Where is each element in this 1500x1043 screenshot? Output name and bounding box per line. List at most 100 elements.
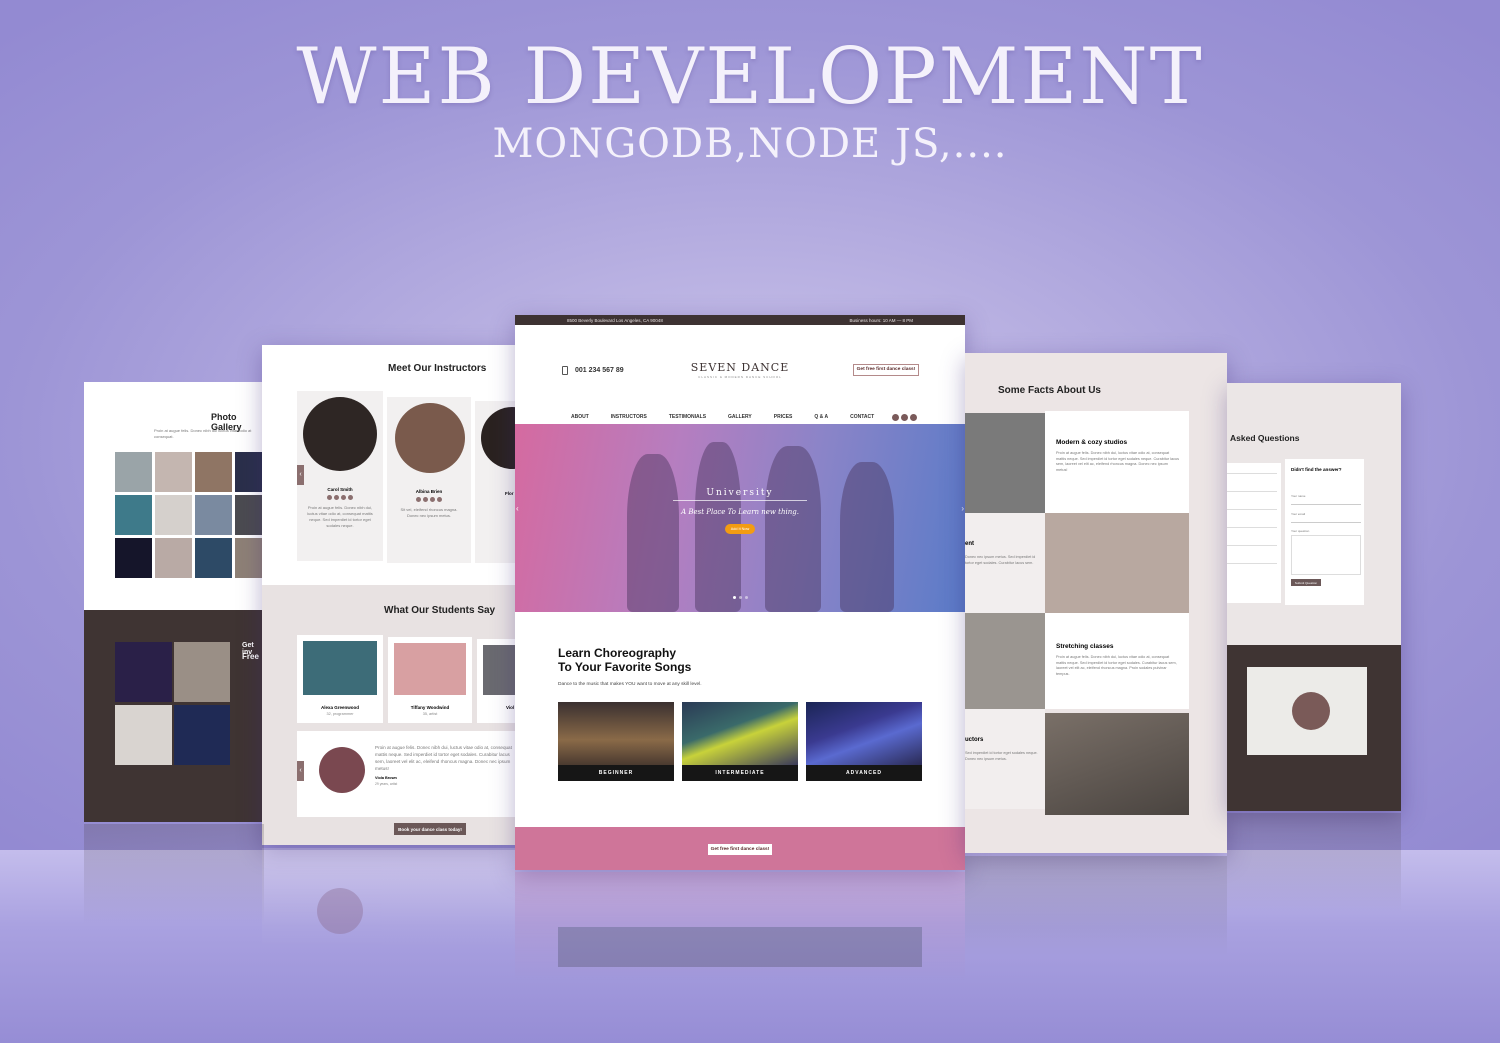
invite-photo [174, 642, 230, 702]
student-name: Viol [506, 705, 515, 710]
reflection [965, 856, 1227, 956]
level-card-advanced[interactable]: ADVANCED [806, 702, 922, 781]
gallery-photo[interactable] [155, 495, 192, 535]
nav-prices[interactable]: PRICES [774, 414, 793, 420]
slider-cta-button[interactable]: Add It Now [725, 524, 755, 534]
phone-number[interactable]: 001 234 567 89 [575, 367, 624, 374]
instructor-name: Flor [505, 491, 514, 496]
book-class-button[interactable]: Book your dance class today! [394, 823, 466, 835]
reflection [1227, 813, 1401, 913]
level-card-beginner[interactable]: BEGINNER [558, 702, 674, 781]
student-photo [483, 645, 515, 695]
slider-person [627, 454, 679, 612]
nav-gallery[interactable]: GALLERY [728, 414, 752, 420]
level-card-intermediate[interactable]: INTERMEDIATE [682, 702, 798, 781]
gallery-photo[interactable] [115, 538, 152, 578]
slider-dots[interactable] [733, 596, 748, 599]
gallery-text: Proin at augue felis. Donec nibh dui luc… [154, 428, 252, 439]
phone-icon [562, 366, 568, 375]
gallery-photo[interactable] [195, 452, 232, 492]
instructors-prev-arrow[interactable]: ‹ [297, 465, 304, 485]
nav-about[interactable]: ABOUT [571, 414, 589, 420]
slider-person [765, 446, 821, 612]
instructor-photo [481, 407, 515, 469]
cta-footer: Get free first dance class! [515, 827, 965, 870]
section-text: Dance to the music that makes YOU want t… [558, 682, 702, 687]
site-logo[interactable]: SEVEN DANCE [665, 361, 815, 374]
faq-question-textarea[interactable] [1291, 535, 1361, 575]
instructor-card[interactable]: Carol Smith Proin at augue felis. Donec … [297, 391, 383, 561]
gallery-photo[interactable] [235, 452, 264, 492]
nav-qa[interactable]: Q & A [814, 414, 828, 420]
fact-text-panel: ent Donec nec ipsum metus. Sed imperdiet… [965, 513, 1045, 613]
slider-divider [673, 500, 807, 501]
testimonial-name: Viola Brown [375, 776, 397, 780]
testimonial-prev-arrow[interactable]: ‹ [297, 761, 304, 781]
student-name: Tiffany Woodwind [410, 705, 450, 710]
instructors-page-mockup: Meet Our Instructors Carol Smith Proin a… [262, 345, 515, 845]
instructors-title: Meet Our Instructors [388, 363, 487, 374]
faq-email-input[interactable] [1291, 518, 1361, 523]
faq-form: Didn't find the answer? Your name Your e… [1285, 459, 1364, 605]
nav-instructors[interactable]: INSTRUCTORS [611, 414, 647, 420]
gallery-photo[interactable] [235, 495, 264, 535]
fact-photo [965, 413, 1045, 513]
testimonial-card: Viola Brown 29 years, artist Proin at au… [297, 731, 515, 817]
gallery-photo[interactable] [235, 538, 264, 578]
gallery-photo[interactable] [115, 495, 152, 535]
nav-testimonials[interactable]: TESTIMONIALS [669, 414, 706, 420]
map-section [1227, 645, 1401, 811]
student-card[interactable]: Viol [477, 639, 515, 723]
facts-title: Some Facts About Us [998, 385, 1101, 396]
fact-title: Modern & cozy studios [1056, 439, 1128, 446]
invite-photo [115, 705, 172, 765]
reflection [515, 872, 965, 982]
gallery-photo[interactable] [155, 452, 192, 492]
faq-name-input[interactable] [1291, 500, 1361, 505]
gallery-photo[interactable] [155, 538, 192, 578]
fact-text: Proin at augue felis. Donec nibh dui, lu… [1056, 655, 1177, 677]
nav-contact[interactable]: CONTACT [850, 414, 874, 420]
invite-photo [174, 705, 230, 765]
level-label: INTERMEDIATE [682, 765, 798, 781]
gallery-photo[interactable] [115, 452, 152, 492]
instructor-bio: Proin at augue felis. Donec nibh dui, lu… [307, 505, 373, 528]
gallery-photo[interactable] [195, 538, 232, 578]
map-marker [1292, 692, 1330, 730]
fact-title: Stretching classes [1056, 643, 1114, 650]
section-heading-line-2: To Your Favorite Songs [558, 660, 692, 675]
free-class-button-bottom[interactable]: Get free first dance class! [708, 844, 772, 855]
hero-subtitle: MONGODB,NODE JS,.... [492, 121, 1008, 167]
instructor-photo [395, 403, 465, 473]
level-label: BEGINNER [558, 765, 674, 781]
instructor-card[interactable]: Albina Brien Sit vel, eleifend rhoncus m… [387, 397, 471, 563]
student-name: Alexa Greenwood [320, 705, 359, 710]
instagram-icon[interactable] [901, 413, 909, 421]
student-card[interactable]: Tiffany Woodwind 35, artist [388, 637, 472, 723]
fact-photo [1045, 513, 1189, 613]
faq-submit-button[interactable]: Submit Question [1291, 579, 1321, 586]
main-nav: ABOUT INSTRUCTORS TESTIMONIALS GALLERY P… [515, 411, 965, 423]
student-photo [394, 643, 466, 695]
map[interactable] [1247, 667, 1367, 755]
hours-text: Business hours: 10 AM — 8 PM [849, 317, 913, 323]
student-card[interactable]: Alexa Greenwood 32, programmer [297, 635, 383, 723]
students-title: What Our Students Say [384, 605, 496, 616]
instructor-card[interactable]: Flor [475, 401, 515, 563]
slider-prev-arrow[interactable]: ‹ [516, 504, 519, 513]
facebook-icon[interactable] [892, 413, 900, 421]
fact-text-panel: uctors Sed imperdiet id tortor eget soda… [965, 709, 1045, 809]
reflection [84, 824, 264, 924]
gallery-photo[interactable] [195, 495, 232, 535]
social-icons [892, 413, 918, 421]
youtube-icon[interactable] [910, 413, 918, 421]
instructor-social-icons[interactable] [387, 497, 471, 502]
testimonial-avatar [319, 747, 365, 793]
slider-title: University [706, 488, 774, 498]
student-photo [303, 641, 377, 695]
section-heading-line-1: Learn Choreography [558, 646, 677, 660]
free-class-button-top[interactable]: Get free first dance class! [853, 364, 919, 376]
slider-next-arrow[interactable]: › [961, 504, 964, 513]
address-text: 8500 Beverly Boulevard Los Angeles, CA 9… [567, 317, 663, 323]
instructor-social-icons[interactable] [297, 495, 383, 500]
